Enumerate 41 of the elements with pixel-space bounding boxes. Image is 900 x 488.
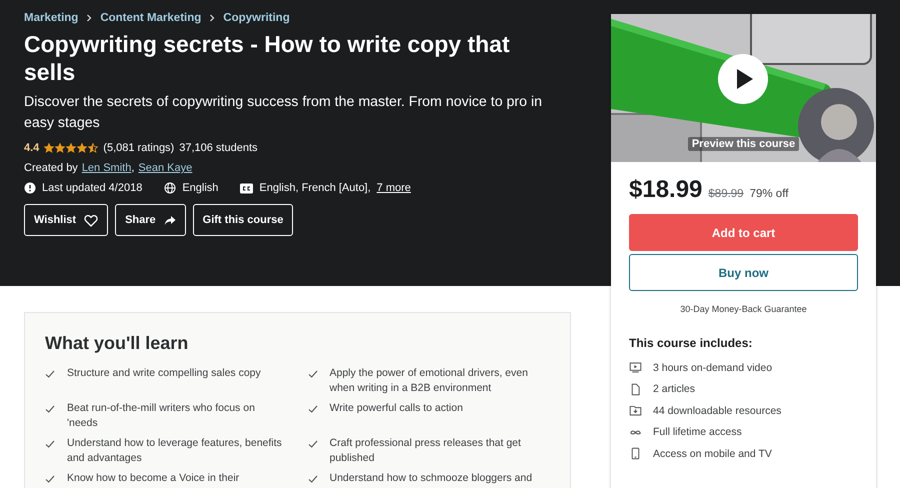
breadcrumb-link[interactable]: Content Marketing [100, 12, 202, 24]
separator: , [131, 162, 134, 174]
learn-item: Craft professional press releases that get published [330, 436, 522, 466]
learn-item: Structure and write compelling sales copy [67, 366, 261, 381]
learn-item: Beat run-of-the-mill writers who focus on 'needs [67, 401, 256, 431]
last-updated: Last updated 4/2018 [42, 182, 142, 194]
learn-item: Know how to become a Voice in their [67, 471, 240, 486]
captions-languages: English, French [Auto], [259, 182, 371, 194]
learn-item: Apply the power of emotional drivers, even when writing in a B2B environment [330, 366, 529, 396]
discount: 79% off [750, 188, 788, 200]
include-item: 3 hours on-demand video [653, 362, 772, 374]
preview-label: Preview this course [688, 137, 800, 151]
more-languages-link[interactable]: 7 more [376, 182, 411, 194]
guarantee-note: 30-Day Money-Back Guarantee [679, 304, 808, 314]
breadcrumb-link[interactable]: Marketing [24, 12, 78, 24]
action-button[interactable]: Share [115, 204, 186, 236]
learn-heading: What you'll learn [45, 333, 190, 354]
include-item: Access on mobile and TV [653, 448, 772, 460]
action-button[interactable]: Gift this course [192, 204, 294, 236]
current-price: $18.99 [629, 176, 702, 204]
created-by-label: Created by [24, 162, 78, 174]
course-title: Copywriting secrets - How to write copy that sells [24, 30, 511, 86]
include-item: 2 articles [653, 383, 696, 396]
learn-item: Write powerful calls to action [330, 401, 463, 416]
buy-now-button[interactable]: Buy now [629, 254, 858, 291]
includes-heading: This course includes: [629, 336, 754, 350]
original-price: $89.99 [708, 188, 744, 200]
action-button[interactable]: Wishlist [24, 204, 108, 236]
author-link[interactable]: Len Smith [82, 162, 132, 174]
rating-value: 4.4 [24, 142, 40, 154]
learn-item: Understand how to schmooze bloggers and [330, 471, 532, 486]
students-count: 37,106 students [179, 142, 258, 154]
course-subtitle: Discover the secrets of copywriting success from the master. From novice to pro in easy stages [24, 93, 544, 133]
include-item: 44 downloadable resources [653, 404, 782, 417]
ratings-count: (5,081 ratings) [103, 142, 174, 154]
breadcrumb-link[interactable]: Copywriting [223, 12, 290, 24]
add-to-cart-button[interactable]: Add to cart [629, 214, 858, 251]
learn-item: Understand how to leverage features, benefits and advantages [67, 436, 283, 466]
include-item: Full lifetime access [653, 426, 742, 438]
language: English [182, 182, 218, 194]
author-link[interactable]: Sean Kaye [138, 162, 192, 174]
